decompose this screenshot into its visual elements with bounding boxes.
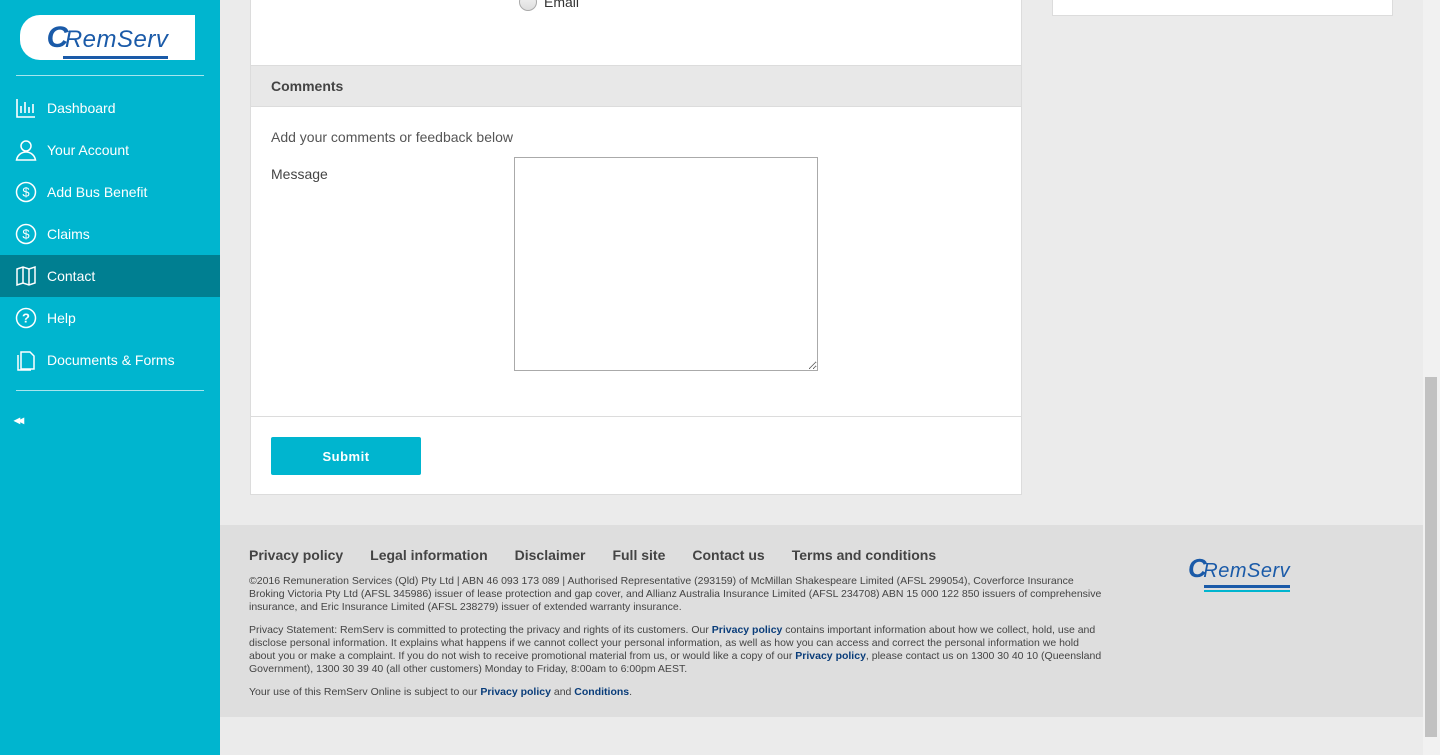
use-text-3: . — [629, 686, 633, 698]
comments-heading: Comments — [271, 78, 344, 94]
dollar-icon: $ — [15, 181, 37, 203]
footer-remserv-logo: CRemServ — [1188, 553, 1291, 592]
conditions-link[interactable]: Conditions — [574, 686, 629, 698]
message-textarea[interactable] — [514, 157, 818, 371]
svg-text:$: $ — [22, 227, 30, 242]
privacy-policy-link[interactable]: Privacy policy — [795, 650, 866, 662]
comments-section-header: Comments — [251, 65, 1021, 107]
svg-text:?: ? — [22, 311, 30, 326]
sidebar-item-help[interactable]: ? Help — [0, 297, 220, 339]
sidebar: CRemServ Dashboard Your Account $ Add Bu… — [0, 0, 220, 755]
use-text-2: and — [550, 686, 575, 698]
logo-underline-accent — [1204, 590, 1291, 592]
sidebar-item-label: Contact — [47, 268, 96, 284]
sidebar-item-dashboard[interactable]: Dashboard — [0, 87, 220, 129]
scrollbar-thumb[interactable] — [1425, 377, 1437, 737]
footer-logo-wordmark: CRemServ — [1188, 553, 1291, 592]
footer-copyright: ©2016 Remuneration Services (Qld) Pty Lt… — [249, 575, 1102, 613]
footer-link-legal-information[interactable]: Legal information — [370, 547, 487, 563]
user-icon — [15, 139, 37, 161]
map-icon — [15, 265, 37, 287]
submit-button[interactable]: Submit — [271, 437, 421, 475]
contact-form-card: Email Comments Add your comments or feed… — [250, 0, 1022, 495]
comments-intro: Add your comments or feedback below — [271, 129, 514, 145]
footer: Privacy policy Legal information Disclai… — [220, 525, 1423, 717]
footer-terms-of-use: Your use of this RemServ Online is subje… — [249, 686, 1104, 699]
dollar-icon: $ — [15, 223, 37, 245]
sidebar-item-label: Dashboard — [47, 100, 116, 116]
message-label: Message — [271, 166, 328, 182]
sidebar-item-label: Your Account — [47, 142, 129, 158]
sidebar-item-label: Claims — [47, 226, 90, 242]
sidebar-item-your-account[interactable]: Your Account — [0, 129, 220, 171]
sidebar-item-documents-forms[interactable]: Documents & Forms — [0, 339, 220, 381]
chart-icon — [15, 97, 37, 119]
privacy-policy-link[interactable]: Privacy policy — [480, 686, 551, 698]
footer-link-contact-us[interactable]: Contact us — [692, 547, 764, 563]
remserv-logo[interactable]: CRemServ — [20, 15, 195, 60]
privacy-policy-link[interactable]: Privacy policy — [712, 624, 783, 636]
sidebar-divider-top — [16, 75, 204, 76]
document-icon — [15, 349, 37, 371]
page-scrollbar[interactable] — [1423, 0, 1440, 755]
footer-link-privacy-policy[interactable]: Privacy policy — [249, 547, 343, 563]
sidebar-item-claims[interactable]: $ Claims — [0, 213, 220, 255]
footer-links: Privacy policy Legal information Disclai… — [249, 547, 963, 563]
sidebar-item-label: Help — [47, 310, 76, 326]
footer-link-disclaimer[interactable]: Disclaimer — [515, 547, 586, 563]
form-divider — [251, 416, 1021, 417]
logo-underline — [62, 55, 169, 59]
right-panel — [1052, 0, 1393, 16]
sidebar-item-add-bus-benefit[interactable]: $ Add Bus Benefit — [0, 171, 220, 213]
email-radio[interactable] — [519, 0, 537, 11]
logo-text: RemServ — [1203, 560, 1291, 582]
sidebar-nav: Dashboard Your Account $ Add Bus Benefit… — [0, 87, 220, 381]
sidebar-divider-bottom — [16, 390, 204, 391]
footer-link-terms-and-conditions[interactable]: Terms and conditions — [792, 547, 936, 563]
sidebar-item-contact[interactable]: Contact — [0, 255, 220, 297]
svg-text:$: $ — [22, 185, 30, 200]
logo-underline — [1204, 585, 1291, 588]
question-icon: ? — [15, 307, 37, 329]
footer-link-full-site[interactable]: Full site — [612, 547, 665, 563]
email-radio-label: Email — [544, 0, 580, 10]
email-radio-option[interactable]: Email — [519, 0, 579, 11]
footer-privacy-statement: Privacy Statement: RemServ is committed … — [249, 624, 1104, 676]
sidebar-item-label: Add Bus Benefit — [47, 184, 148, 200]
logo-text: RemServ — [64, 25, 169, 53]
sidebar-item-label: Documents & Forms — [47, 352, 175, 368]
logo-wordmark: CRemServ — [47, 21, 169, 59]
collapse-sidebar-button[interactable]: ◂◂ — [14, 413, 24, 427]
privacy-text-1: Privacy Statement: RemServ is committed … — [249, 624, 712, 636]
use-text-1: Your use of this RemServ Online is subje… — [249, 686, 481, 698]
